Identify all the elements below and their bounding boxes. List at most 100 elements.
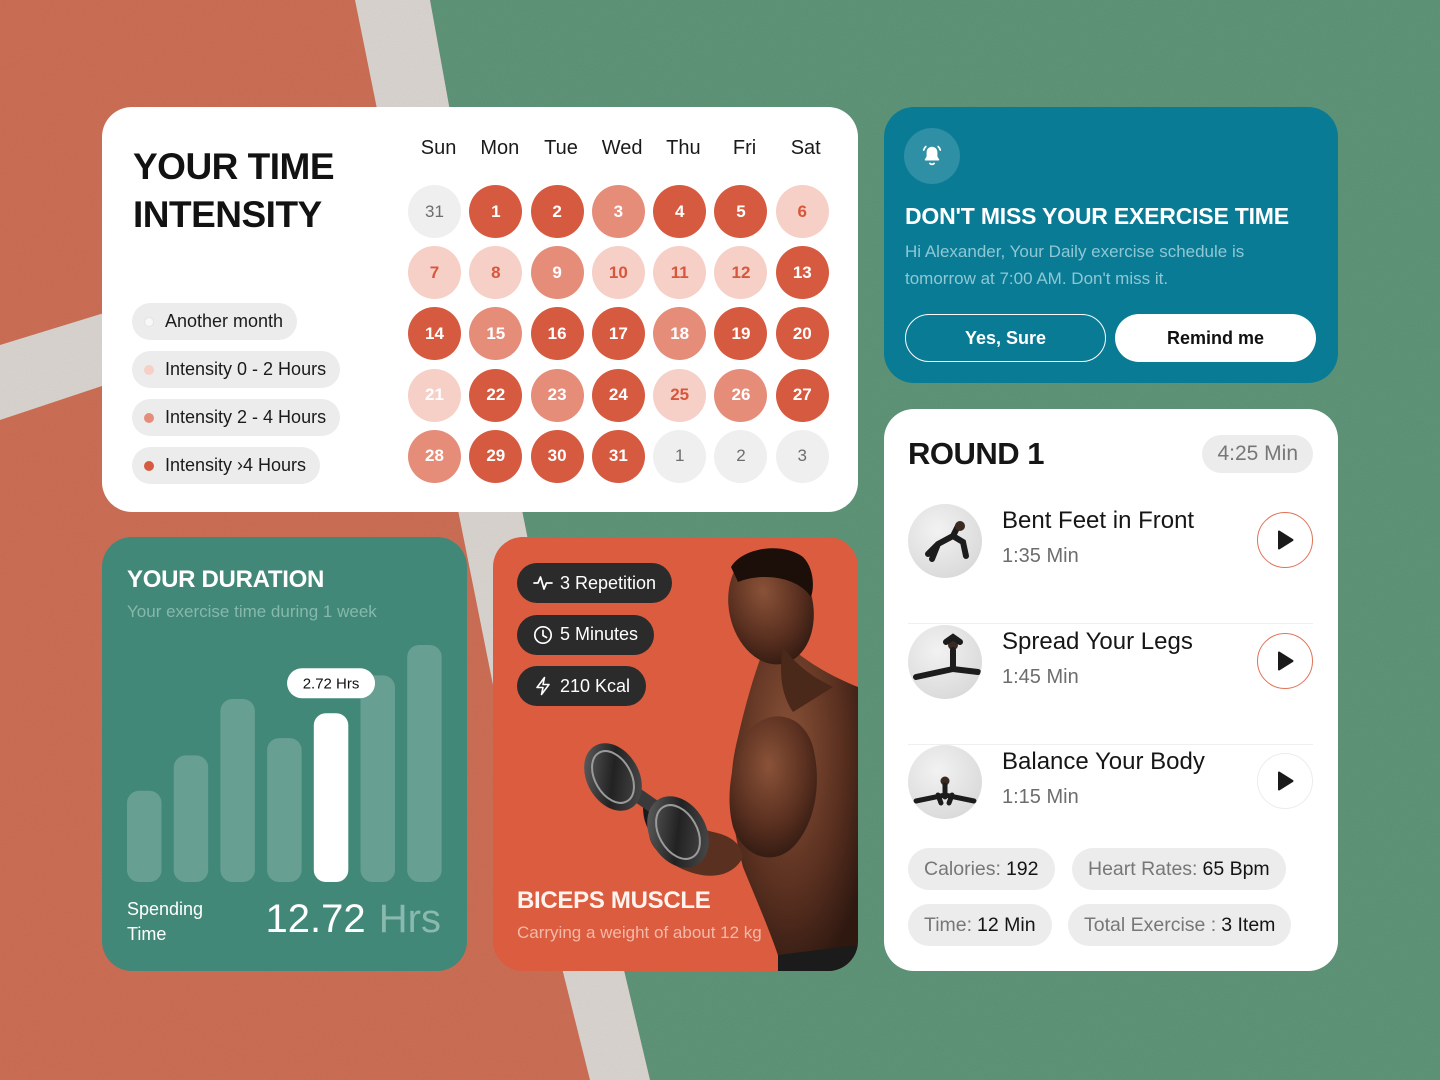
- calendar-day[interactable]: 26: [714, 368, 768, 422]
- play-icon: [1278, 530, 1294, 550]
- play-icon: [1278, 651, 1294, 670]
- play-icon: [1278, 771, 1294, 791]
- spending-time-label: Spending Time: [127, 899, 204, 944]
- calendar-day[interactable]: 20: [775, 307, 829, 361]
- play-button[interactable]: [1257, 753, 1313, 809]
- calendar-day[interactable]: 11: [653, 246, 707, 300]
- calendar-day[interactable]: 6: [775, 185, 829, 238]
- calendar-day[interactable]: 22: [469, 368, 523, 422]
- round-total-time-badge: 4:25 Min: [1202, 435, 1313, 473]
- duration-card: YOUR DURATION Your exercise time during …: [102, 537, 467, 971]
- exercise-name: Spread Your Legs: [1002, 627, 1193, 655]
- legend-item-mid: Intensity 2 - 4 Hours: [132, 399, 341, 436]
- calendar-day[interactable]: 14: [408, 307, 461, 361]
- calendar-day[interactable]: 24: [591, 368, 645, 422]
- calendar-day[interactable]: 31: [591, 429, 645, 483]
- legend-item-high: Intensity ›4 Hours: [132, 447, 321, 484]
- legend-label: Intensity 0 - 2 Hours: [165, 359, 327, 379]
- calendar-day[interactable]: 9: [530, 246, 584, 300]
- calendar-day[interactable]: 21: [408, 368, 461, 422]
- calendar-day[interactable]: 5: [714, 185, 768, 238]
- stat-key: Heart Rates:: [1088, 857, 1198, 880]
- calendar-day[interactable]: 2: [530, 185, 584, 238]
- biceps-title: BICEPS MUSCLE: [517, 887, 711, 914]
- activity-icon: [533, 576, 553, 590]
- legend-label: Intensity ›4 Hours: [165, 455, 307, 475]
- calendar-day[interactable]: 1: [469, 185, 523, 238]
- chart-bar[interactable]: [407, 645, 442, 882]
- stat-key: Time:: [924, 913, 973, 936]
- yes-sure-button[interactable]: Yes, Sure: [905, 314, 1106, 362]
- stat-value: 192: [1005, 857, 1039, 880]
- exercise-duration: 1:35 Min: [1002, 545, 1079, 567]
- round-card: ROUND 1 4:25 Min Bent Feet in Front 1:35 …: [884, 409, 1338, 971]
- calendar-day[interactable]: 12: [714, 246, 768, 300]
- calendar-day-other-month[interactable]: 3: [775, 429, 829, 483]
- calendar-day-other-month[interactable]: 1: [653, 429, 707, 483]
- weekday-label: Sat: [790, 137, 821, 159]
- exercise-thumbnail: [908, 624, 982, 699]
- workout-stat-label: 5 Minutes: [560, 624, 639, 644]
- chart-bar-highlighted[interactable]: [313, 713, 349, 882]
- biceps-subtitle: Carrying a weight of about 12 kg: [517, 923, 762, 942]
- chart-bar[interactable]: [173, 755, 209, 882]
- weekday-label: Mon: [480, 137, 520, 159]
- chart-bar[interactable]: [360, 675, 396, 882]
- round-title: ROUND 1: [908, 436, 1045, 471]
- remind-me-button[interactable]: Remind me: [1115, 314, 1316, 362]
- clock-icon: [533, 625, 553, 644]
- exercise-item[interactable]: Balance Your Body 1:15 Min: [908, 745, 1313, 865]
- workout-stat-pill: 3 Repetition: [517, 563, 673, 603]
- weekday-label: Fri: [732, 137, 757, 159]
- stat-pill: Calories: 192: [908, 848, 1055, 890]
- stat-pill: Time: 12 Min: [908, 904, 1052, 946]
- exercise-name: Balance Your Body: [1002, 748, 1205, 775]
- calendar-day[interactable]: 30: [530, 429, 584, 483]
- workout-stat-label: 210 Kcal: [560, 675, 631, 696]
- calendar-day[interactable]: 27: [775, 368, 829, 422]
- calendar-day-other-month[interactable]: 2: [714, 429, 768, 483]
- calendar-day[interactable]: 23: [530, 368, 584, 422]
- exercise-reminder-card: DON'T MISS YOUR EXERCISE TIME Hi Alexand…: [884, 107, 1338, 383]
- exercise-item[interactable]: Bent Feet in Front 1:35 Min: [908, 504, 1313, 624]
- reminder-heading: DON'T MISS YOUR EXERCISE TIME: [905, 203, 1289, 229]
- calendar-grid: 31 1 2 3 4 5 6 7 8 9 10 11 12 13 14 15 16 17 18 19 20 21 22 23 2…: [408, 185, 829, 483]
- weekday-label: Wed: [601, 137, 643, 159]
- reminder-message: Hi Alexander, Your Daily exercise schedu…: [905, 242, 1245, 288]
- bell-icon: [922, 145, 942, 166]
- legend-label: Another month: [165, 311, 284, 331]
- calendar-day[interactable]: 19: [714, 307, 768, 361]
- calendar-day[interactable]: 18: [653, 307, 707, 361]
- calendar-day[interactable]: 3: [591, 185, 645, 238]
- stat-value: 12 Min: [977, 913, 1036, 936]
- weekday-header: Sun Mon Tue Wed Thu Fri Sat: [408, 137, 836, 160]
- calendar-day[interactable]: 28: [408, 429, 461, 483]
- play-button[interactable]: [1257, 512, 1313, 568]
- calendar-day[interactable]: 7: [408, 246, 461, 300]
- stat-value: 3 Item: [1221, 913, 1276, 936]
- calendar-day[interactable]: 13: [775, 246, 829, 300]
- legend-label: Intensity 2 - 4 Hours: [165, 407, 327, 427]
- calendar-day-other-month[interactable]: 31: [408, 185, 461, 238]
- play-button[interactable]: [1257, 632, 1313, 689]
- weekday-label: Sun: [420, 137, 457, 159]
- calendar-day[interactable]: 15: [469, 307, 523, 361]
- dumbbell: [584, 743, 709, 868]
- intensity-title: YOUR TIME INTENSITY: [133, 146, 335, 235]
- calendar-day[interactable]: 16: [530, 307, 584, 361]
- calendar-day[interactable]: 29: [469, 429, 523, 483]
- workout-stat-pill: 5 Minutes: [517, 614, 655, 655]
- chart-bar[interactable]: [127, 790, 162, 882]
- chart-bar[interactable]: [267, 738, 302, 882]
- calendar-day[interactable]: 8: [469, 246, 523, 300]
- exercise-item[interactable]: Spread Your Legs 1:45 Min: [908, 624, 1313, 745]
- calendar-day[interactable]: 10: [591, 246, 645, 300]
- biceps-workout-card[interactable]: 3 Repetition 5 Minutes 210 Kcal BICEPS MUS…: [493, 537, 858, 971]
- chart-bar[interactable]: [220, 698, 255, 882]
- exercise-duration: 1:45 Min: [1002, 665, 1079, 688]
- exercise-name: Bent Feet in Front: [1002, 507, 1195, 534]
- total-duration-unit: Hrs: [378, 897, 441, 941]
- calendar-day[interactable]: 25: [653, 368, 707, 422]
- calendar-day[interactable]: 17: [591, 307, 645, 361]
- calendar-day[interactable]: 4: [653, 185, 707, 238]
